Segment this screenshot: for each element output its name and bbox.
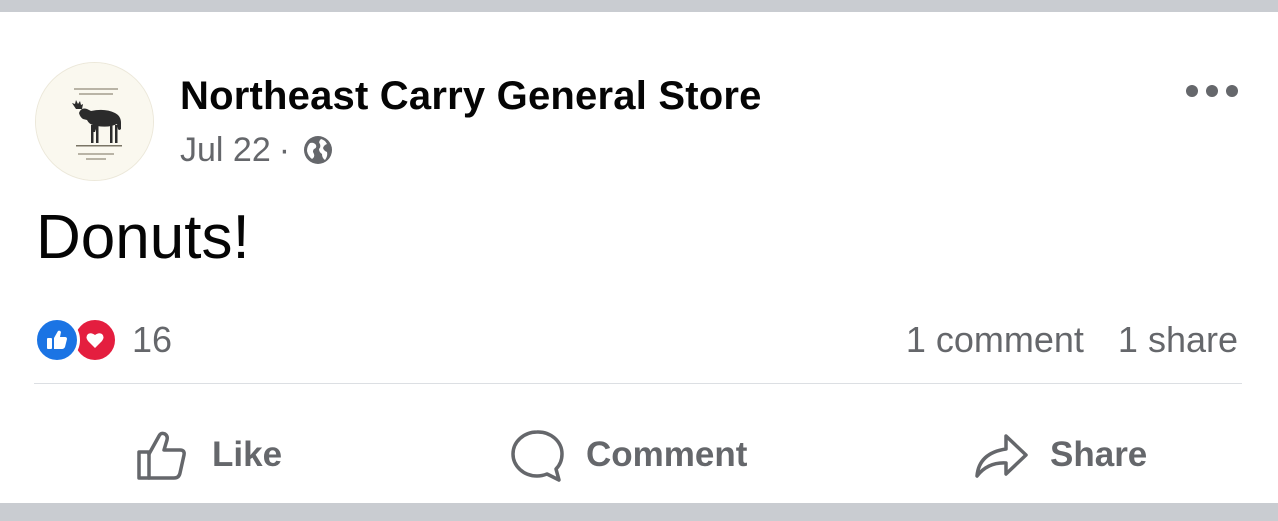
- thumbs-up-icon: [134, 426, 192, 484]
- moose-logo-icon: [36, 63, 153, 180]
- post-text: Donuts!: [36, 203, 250, 272]
- globe-icon[interactable]: [302, 134, 334, 166]
- more-options-icon[interactable]: [1186, 76, 1238, 106]
- comments-count[interactable]: 1 comment: [906, 319, 1084, 361]
- post-author-name[interactable]: Northeast Carry General Store: [180, 74, 762, 119]
- post-card: Northeast Carry General Store Jul 22 · D…: [0, 12, 1278, 503]
- engagement-counts: 1 comment 1 share: [906, 318, 1238, 362]
- more-dot: [1226, 85, 1238, 97]
- post-meta: Jul 22 ·: [180, 130, 334, 170]
- comment-label: Comment: [586, 435, 748, 474]
- speech-bubble-icon: [508, 426, 566, 484]
- divider: [34, 383, 1242, 384]
- like-reaction-icon: [34, 317, 80, 363]
- more-dot: [1186, 85, 1198, 97]
- reaction-count: 16: [132, 319, 173, 360]
- share-label: Share: [1050, 435, 1148, 474]
- shares-count[interactable]: 1 share: [1118, 319, 1238, 361]
- like-label: Like: [212, 435, 283, 474]
- avatar[interactable]: [35, 62, 154, 181]
- share-button[interactable]: Share: [972, 424, 1147, 486]
- meta-separator: ·: [278, 130, 291, 169]
- more-dot: [1206, 85, 1218, 97]
- comment-button[interactable]: Comment: [508, 424, 747, 486]
- post-date[interactable]: Jul 22: [180, 131, 271, 170]
- reactions-summary[interactable]: 16: [34, 316, 172, 364]
- like-button[interactable]: Like: [134, 424, 282, 486]
- share-arrow-icon: [972, 426, 1030, 484]
